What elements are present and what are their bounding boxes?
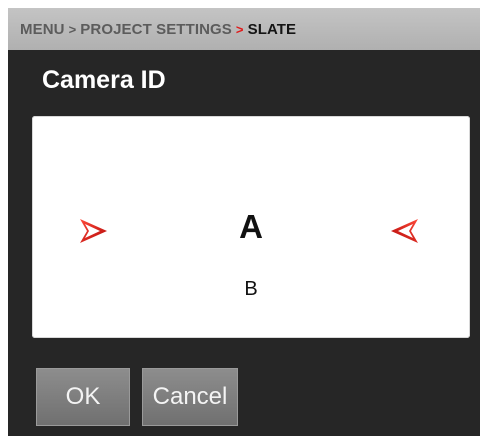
breadcrumb-separator: > [68,21,77,37]
screen: MENU > PROJECT SETTINGS > SLATE Camera I… [0,0,484,442]
breadcrumb-separator-current: > [235,21,244,37]
camera-id-picker[interactable]: A B [32,116,470,338]
next-value-icon[interactable] [388,214,422,248]
breadcrumb-item-slate: SLATE [247,20,297,38]
next-value[interactable]: B [32,278,470,301]
breadcrumb: MENU > PROJECT SETTINGS > SLATE [8,8,480,50]
settings-panel: MENU > PROJECT SETTINGS > SLATE Camera I… [8,8,480,436]
page-title: Camera ID [42,66,166,94]
cancel-button[interactable]: Cancel [142,368,238,426]
breadcrumb-item-project-settings[interactable]: PROJECT SETTINGS [80,21,232,38]
breadcrumb-item-menu[interactable]: MENU [20,21,65,38]
ok-button[interactable]: OK [36,368,130,426]
